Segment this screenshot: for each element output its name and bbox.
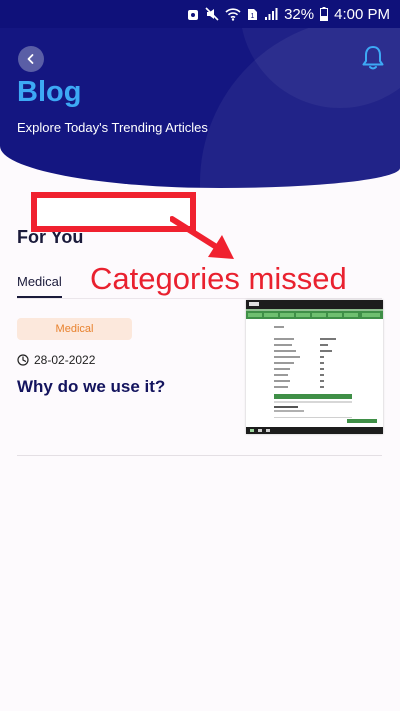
article-title[interactable]: Why do we use it? [17,377,165,397]
page-title: Blog [17,76,82,108]
battery-icon [320,7,329,21]
mute-icon [205,7,219,21]
article-thumbnail[interactable] [246,300,383,434]
annotation-text: Categories missed [90,261,347,296]
sim-icon: 1 [247,8,258,21]
bell-icon [362,46,384,70]
wifi-icon [225,7,241,21]
tab-medical[interactable]: Medical [17,274,62,298]
back-button[interactable] [18,46,44,72]
battery-percent: 32% [284,5,315,23]
tabs-divider [17,298,382,299]
article-date: 28-02-2022 [34,353,96,367]
clock-icon [17,354,29,366]
chevron-left-icon [27,54,34,64]
svg-text:1: 1 [251,13,255,20]
screenshot-icon [187,8,199,21]
article-divider [17,455,382,456]
article-date-row: 28-02-2022 [17,353,95,367]
spreadsheet-thumbnail-image [246,300,383,434]
category-badge: Medical [17,318,132,340]
page-subtitle: Explore Today's Trending Articles [17,120,208,135]
clock-time: 4:00 PM [334,5,390,23]
annotation-arrow-icon [170,216,234,259]
blog-header: Blog Explore Today's Trending Articles [0,28,400,188]
signal-icon [264,7,278,21]
status-bar: 1 32% 4:00 PM [0,0,400,28]
notification-button[interactable] [360,44,386,72]
